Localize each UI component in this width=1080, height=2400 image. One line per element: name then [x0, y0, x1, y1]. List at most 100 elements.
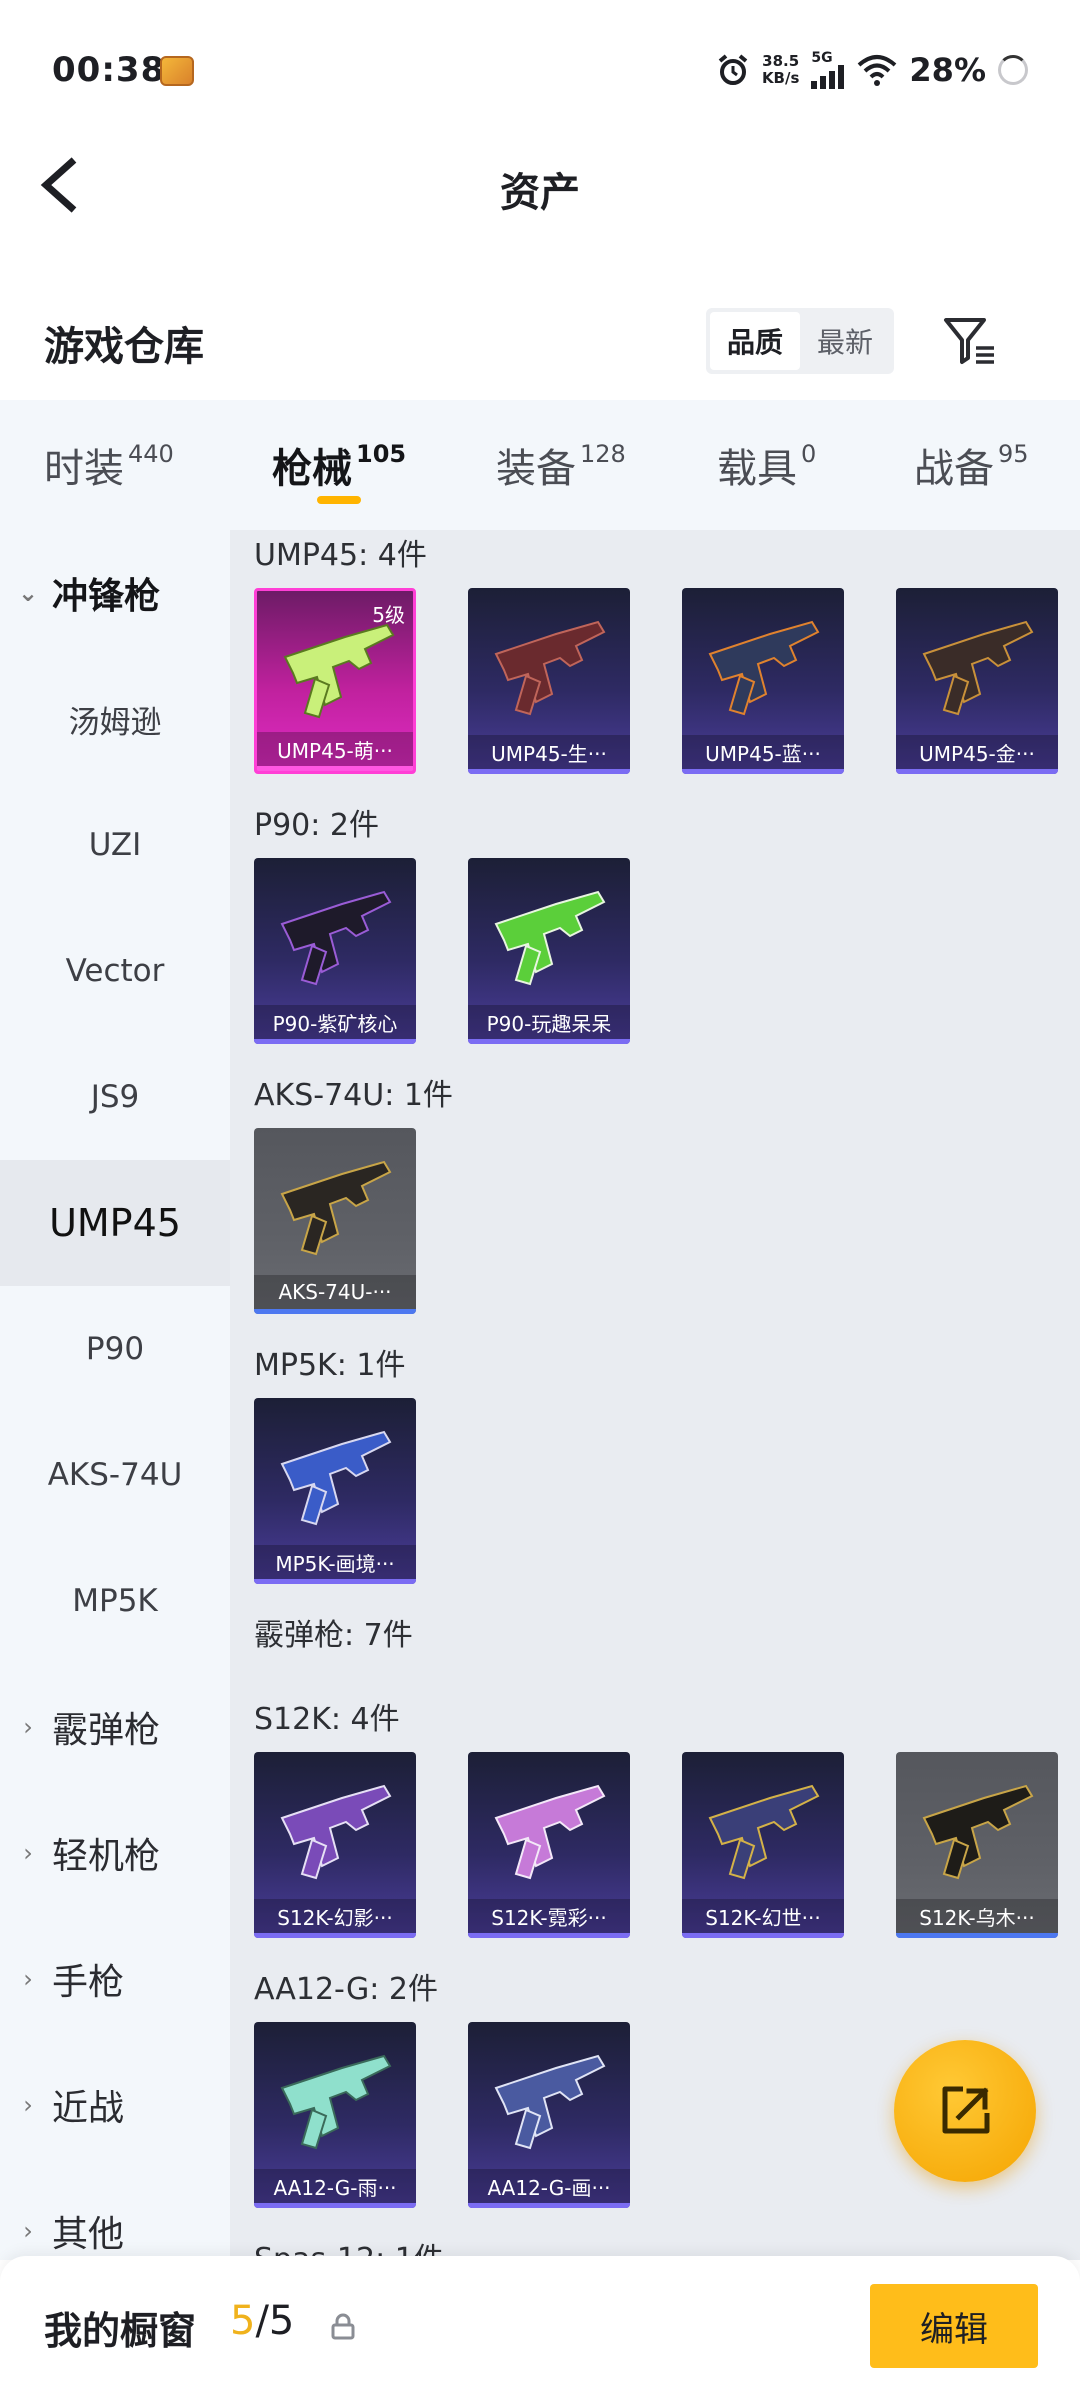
- skin-name: UMP45-生···: [468, 735, 630, 769]
- gun-skin-icon: [281, 891, 391, 985]
- sidebar-item-uzi[interactable]: UZI: [0, 782, 230, 908]
- sort-by-newest[interactable]: 最新: [800, 312, 890, 370]
- gun-skin-icon: [495, 891, 605, 985]
- battery-ring-icon: [998, 55, 1028, 85]
- active-tab-indicator: [317, 496, 361, 504]
- tab-label: 装备: [496, 446, 576, 492]
- skin-card[interactable]: S12K-幻世···: [682, 1752, 844, 1938]
- tab-count: 128: [580, 440, 626, 468]
- skin-name: S12K-乌木···: [896, 1899, 1058, 1933]
- tab-count: 105: [356, 440, 407, 468]
- skin-name: P90-玩趣呆呆: [468, 1005, 630, 1039]
- sidebar-group-label: 轻机枪: [52, 1836, 161, 1877]
- edit-button[interactable]: 编辑: [870, 2284, 1038, 2368]
- skin-card[interactable]: 5级 UMP45-萌···: [254, 588, 416, 774]
- filter-icon[interactable]: [940, 310, 1000, 370]
- gun-skin-icon: [281, 2055, 391, 2149]
- gun-skin-icon: [495, 2055, 605, 2149]
- skin-card[interactable]: UMP45-金···: [896, 588, 1058, 774]
- tab-gear[interactable]: 战备 95: [914, 436, 1029, 494]
- signal-icon: [811, 65, 845, 89]
- group-label-s12k: S12K: 4件: [254, 1702, 400, 1737]
- sidebar-item-mp5k[interactable]: MP5K: [0, 1538, 230, 1664]
- sidebar-group-smg[interactable]: ⌄ 冲锋枪: [0, 530, 230, 656]
- skin-card[interactable]: UMP45-蓝···: [682, 588, 844, 774]
- skin-card[interactable]: AA12-G-画···: [468, 2022, 630, 2208]
- battery-level: 28%: [909, 51, 986, 89]
- sort-toggle: 品质 最新: [706, 308, 894, 374]
- gun-skin-icon: [281, 1431, 391, 1525]
- gun-skin-icon: [495, 621, 605, 715]
- sidebar-group-pistol[interactable]: › 手枪: [0, 1916, 230, 2042]
- network-type: 5G: [811, 50, 833, 66]
- skin-card[interactable]: AA12-G-雨···: [254, 2022, 416, 2208]
- tab-count: 0: [801, 440, 817, 468]
- status-time: 00:38: [52, 50, 166, 90]
- tab-vehicles[interactable]: 载具 0: [717, 436, 816, 494]
- gun-skin-icon: [281, 1785, 391, 1879]
- sidebar-item-p90[interactable]: P90: [0, 1286, 230, 1412]
- chevron-right-icon: ›: [23, 1713, 33, 1741]
- warehouse-title: 游戏仓库: [44, 324, 204, 370]
- skin-card[interactable]: S12K-幻影···: [254, 1752, 416, 1938]
- gun-skin-icon: [709, 1785, 819, 1879]
- tab-label: 战备: [914, 446, 994, 492]
- sidebar-item-js9[interactable]: JS9: [0, 1034, 230, 1160]
- group-label-mp5k: MP5K: 1件: [254, 1348, 406, 1383]
- skin-card[interactable]: P90-紫矿核心: [254, 858, 416, 1044]
- top-nav: 资产: [0, 140, 1080, 230]
- skin-card[interactable]: S12K-乌木···: [896, 1752, 1058, 1938]
- skin-card[interactable]: P90-玩趣呆呆: [468, 858, 630, 1044]
- tab-firearms[interactable]: 枪械 105: [272, 436, 406, 494]
- skin-name: UMP45-蓝···: [682, 735, 844, 769]
- sidebar-item-aks74u[interactable]: AKS-74U: [0, 1412, 230, 1538]
- sidebar-item-thompson[interactable]: 汤姆逊: [0, 656, 230, 782]
- skin-name: S12K-霓彩···: [468, 1899, 630, 1933]
- gun-skin-icon: [923, 621, 1033, 715]
- sidebar-item-ump45[interactable]: UMP45: [0, 1160, 230, 1286]
- status-bar: 00:38 38.5 KB/s 5G 28%: [0, 0, 1080, 140]
- sort-by-quality[interactable]: 品质: [710, 312, 800, 370]
- showcase-title: 我的橱窗: [44, 2309, 197, 2353]
- gun-skin-icon: [284, 624, 394, 718]
- skin-name: S12K-幻世···: [682, 1899, 844, 1933]
- sidebar-group-shotgun[interactable]: › 霰弹枪: [0, 1664, 230, 1790]
- share-icon: [942, 2086, 990, 2134]
- sidebar-group-label: 手枪: [52, 1962, 125, 2003]
- weapon-skin-list[interactable]: UMP45: 4件 5级 UMP45-萌··· UMP45-生··· UMP45…: [230, 530, 1080, 2260]
- tab-equipment[interactable]: 装备 128: [496, 436, 626, 494]
- app-notification-icon: [160, 56, 194, 86]
- sidebar-group-lmg[interactable]: › 轻机枪: [0, 1790, 230, 1916]
- status-icons: 38.5 KB/s 5G 28%: [716, 48, 1028, 92]
- group-label-ump45: UMP45: 4件: [254, 538, 427, 573]
- skin-name: AA12-G-画···: [468, 2169, 630, 2203]
- net-speed: 38.5 KB/s: [762, 53, 799, 87]
- lock-icon: [331, 2313, 355, 2340]
- skin-card[interactable]: MP5K-画境···: [254, 1398, 416, 1584]
- tab-count: 95: [998, 440, 1029, 468]
- skin-card[interactable]: UMP45-生···: [468, 588, 630, 774]
- showcase-count-current: 5: [230, 2298, 256, 2344]
- gun-skin-icon: [495, 1785, 605, 1879]
- gun-skin-icon: [923, 1785, 1033, 1879]
- warehouse-header: 游戏仓库 品质 最新: [0, 290, 1080, 390]
- showcase-count: 5/5: [230, 2298, 294, 2344]
- skin-name: UMP45-萌···: [257, 732, 413, 766]
- group-label-aa12g: AA12-G: 2件: [254, 1972, 438, 2007]
- tab-count: 440: [128, 440, 174, 468]
- sidebar-group-label: 霰弹枪: [52, 1710, 161, 1751]
- share-button[interactable]: [894, 2040, 1036, 2182]
- category-tabs: 时装 440 枪械 105 装备 128 载具 0 战备 95: [0, 400, 1080, 530]
- cell-signal: 5G: [811, 51, 845, 89]
- skin-card[interactable]: S12K-霓彩···: [468, 1752, 630, 1938]
- tab-label: 枪械: [272, 446, 352, 492]
- skin-card[interactable]: AKS-74U-···: [254, 1128, 416, 1314]
- tab-label: 时装: [44, 446, 124, 492]
- sidebar-item-vector[interactable]: Vector: [0, 908, 230, 1034]
- sidebar-group-label: 其他: [52, 2214, 125, 2255]
- sidebar-group-melee[interactable]: › 近战: [0, 2042, 230, 2168]
- gun-skin-icon: [709, 621, 819, 715]
- tab-fashion[interactable]: 时装 440: [44, 436, 174, 494]
- chevron-right-icon: ›: [23, 2217, 33, 2245]
- net-speed-unit: KB/s: [761, 69, 800, 87]
